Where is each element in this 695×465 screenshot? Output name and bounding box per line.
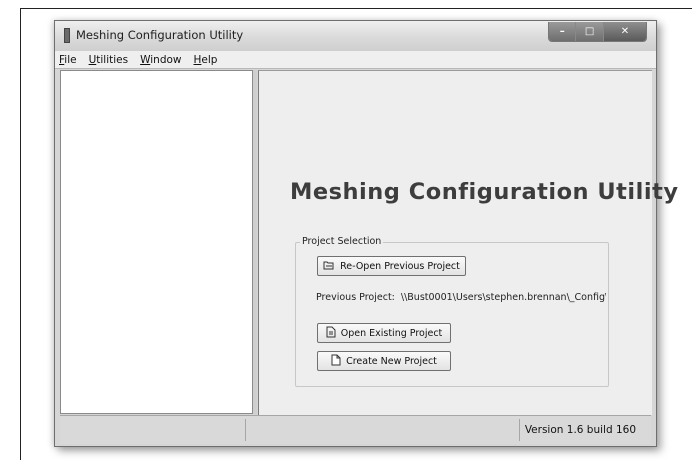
previous-project-row: Previous Project: \\Bust0001\Users\stephe… xyxy=(316,292,606,303)
previous-project-path: \\Bust0001\Users\stephen.brennan\_Config… xyxy=(400,292,606,303)
menu-utilities[interactable]: Utilities xyxy=(89,54,129,66)
version-label: Version 1.6 build 160 xyxy=(524,424,636,436)
minimize-button[interactable]: – xyxy=(549,22,577,41)
navigator-panel[interactable] xyxy=(60,70,253,414)
open-button-label: Open Existing Project xyxy=(340,327,443,339)
window-controls: – □ ✕ xyxy=(548,22,647,42)
previous-project-label: Previous Project: xyxy=(316,292,395,303)
open-existing-project-button[interactable]: Open Existing Project xyxy=(317,323,451,343)
app-window: Meshing Configuration Utility – □ ✕ File… xyxy=(54,20,678,447)
open-document-icon xyxy=(326,326,336,340)
reopen-button-label: Re-Open Previous Project xyxy=(340,260,460,272)
status-bar: Version 1.6 build 160 xyxy=(60,415,651,444)
new-document-icon xyxy=(331,354,341,368)
main-panel: Meshing Configuration Utility Project Se… xyxy=(258,70,678,415)
maximize-button[interactable]: □ xyxy=(576,22,604,41)
status-divider xyxy=(519,419,520,441)
reopen-previous-project-button[interactable]: Re-Open Previous Project xyxy=(317,256,466,276)
window-title: Meshing Configuration Utility xyxy=(76,28,244,42)
title-bar[interactable]: Meshing Configuration Utility – □ ✕ xyxy=(55,21,656,51)
app-icon xyxy=(64,28,70,43)
project-selection-legend: Project Selection xyxy=(300,236,384,247)
create-new-project-button[interactable]: Create New Project xyxy=(317,351,451,371)
menu-window[interactable]: Window xyxy=(140,54,181,66)
close-button[interactable]: ✕ xyxy=(603,22,646,41)
create-button-label: Create New Project xyxy=(346,355,437,367)
folder-reopen-icon xyxy=(323,260,335,272)
status-divider xyxy=(245,419,246,441)
pane-splitter[interactable] xyxy=(253,70,257,414)
project-selection-group: Project Selection Re-Open Previous Proje… xyxy=(295,236,609,387)
menu-bar: File Utilities Window Help xyxy=(55,51,656,69)
menu-help[interactable]: Help xyxy=(194,54,218,66)
app-heading: Meshing Configuration Utility xyxy=(290,179,679,205)
menu-file[interactable]: File xyxy=(59,54,77,66)
